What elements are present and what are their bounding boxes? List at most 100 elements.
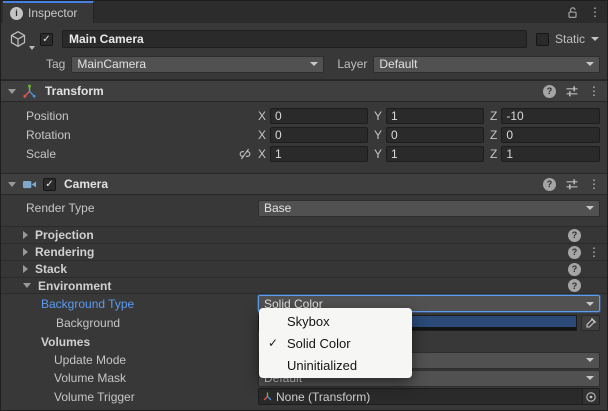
menu-item-solid-color[interactable]: ✓ Solid Color bbox=[259, 332, 412, 354]
update-mode-label: Update Mode bbox=[26, 353, 258, 367]
layer-value: Default bbox=[379, 57, 417, 71]
layer-label: Layer bbox=[337, 57, 367, 71]
menu-check-icon: ✓ bbox=[259, 336, 287, 350]
menu-item-uninitialized[interactable]: Uninitialized bbox=[259, 354, 412, 376]
object-picker-icon bbox=[585, 391, 597, 403]
position-y-field[interactable]: 1 bbox=[386, 108, 484, 124]
background-type-label: Background Type bbox=[26, 297, 258, 311]
foldout-closed-icon[interactable] bbox=[23, 231, 28, 239]
kebab-menu-icon[interactable] bbox=[588, 85, 598, 97]
foldout-environment[interactable]: Environment bbox=[1, 277, 607, 294]
camera-enabled-checkbox[interactable] bbox=[43, 178, 56, 191]
tag-label: Tag bbox=[46, 57, 65, 71]
dropdown-arrow-icon bbox=[310, 62, 318, 66]
kebab-menu-icon[interactable] bbox=[589, 6, 599, 18]
foldout-open-icon[interactable] bbox=[8, 182, 16, 187]
gameobject-options-arrow-icon[interactable] bbox=[29, 46, 35, 50]
axis-z-label: Z bbox=[490, 128, 497, 142]
tab-inspector[interactable]: Inspector bbox=[3, 1, 94, 23]
rotation-x-field[interactable]: 0 bbox=[270, 127, 368, 143]
constrain-proportions-icon[interactable] bbox=[238, 147, 252, 161]
position-x-field[interactable]: 0 bbox=[270, 108, 368, 124]
scale-y-field[interactable]: 1 bbox=[386, 146, 484, 162]
tab-title: Inspector bbox=[28, 6, 77, 20]
kebab-menu-icon[interactable] bbox=[588, 246, 598, 258]
dropdown-arrow-icon bbox=[586, 206, 594, 210]
axis-x-label: X bbox=[258, 128, 266, 142]
volume-trigger-row: Volume Trigger None (Transform) bbox=[1, 387, 607, 406]
axis-z-label: Z bbox=[490, 147, 497, 161]
scale-z-field[interactable]: 1 bbox=[501, 146, 600, 162]
layer-dropdown[interactable]: Default bbox=[373, 56, 600, 73]
rendering-label: Rendering bbox=[35, 245, 94, 259]
foldout-closed-icon[interactable] bbox=[23, 248, 28, 256]
transform-icon bbox=[262, 391, 273, 402]
static-dropdown-arrow-icon[interactable] bbox=[591, 37, 599, 41]
foldout-closed-icon[interactable] bbox=[23, 265, 28, 273]
tab-bar: Inspector bbox=[1, 1, 607, 23]
gameobject-active-checkbox[interactable] bbox=[40, 33, 53, 46]
environment-label: Environment bbox=[38, 279, 111, 293]
volume-trigger-label: Volume Trigger bbox=[26, 390, 258, 404]
camera-icon bbox=[22, 177, 37, 192]
tag-dropdown[interactable]: MainCamera bbox=[71, 56, 324, 73]
gameobject-header: Main Camera Static Tag MainCamera Layer … bbox=[1, 23, 607, 80]
render-type-row: Render Type Base bbox=[1, 195, 607, 221]
axis-x-label: X bbox=[258, 109, 266, 123]
eyedropper-icon bbox=[585, 317, 597, 329]
projection-label: Projection bbox=[35, 228, 94, 242]
inspector-window: Inspector Main Camera bbox=[0, 0, 608, 411]
render-type-value: Base bbox=[264, 201, 291, 215]
menu-item-label: Solid Color bbox=[287, 336, 351, 351]
object-picker-button[interactable] bbox=[582, 389, 599, 404]
dropdown-arrow-icon bbox=[586, 358, 594, 362]
scale-x-field[interactable]: 1 bbox=[270, 146, 368, 162]
volume-trigger-value: None (Transform) bbox=[276, 390, 370, 404]
gameobject-name-field[interactable]: Main Camera bbox=[62, 30, 527, 48]
scale-label: Scale bbox=[26, 147, 238, 161]
background-type-menu: Skybox ✓ Solid Color Uninitialized bbox=[259, 308, 412, 378]
position-z-field[interactable]: -10 bbox=[501, 108, 600, 124]
transform-body: Position X 0 Y 1 Z -10 Rotation X 0 Y 0 … bbox=[1, 102, 607, 167]
rotation-y-field[interactable]: 0 bbox=[386, 127, 484, 143]
camera-header[interactable]: Camera bbox=[1, 173, 607, 195]
help-icon[interactable] bbox=[543, 85, 556, 98]
foldout-open-icon[interactable] bbox=[23, 283, 31, 288]
volume-mask-label: Volume Mask bbox=[26, 371, 258, 385]
transform-icon bbox=[22, 84, 37, 99]
render-type-dropdown[interactable]: Base bbox=[258, 200, 600, 217]
render-type-label: Render Type bbox=[26, 201, 258, 215]
presets-icon[interactable] bbox=[565, 84, 579, 98]
eyedropper-button[interactable] bbox=[581, 315, 600, 331]
transform-title: Transform bbox=[45, 84, 104, 98]
transform-header[interactable]: Transform bbox=[1, 80, 607, 102]
help-icon[interactable] bbox=[568, 263, 581, 276]
presets-icon[interactable] bbox=[565, 177, 579, 191]
rotation-row: Rotation X 0 Y 0 Z 0 bbox=[26, 125, 600, 144]
scale-row: Scale X 1 Y 1 Z 1 bbox=[26, 144, 600, 163]
foldout-projection[interactable]: Projection bbox=[1, 226, 607, 243]
axis-y-label: Y bbox=[374, 109, 382, 123]
tag-value: MainCamera bbox=[77, 57, 146, 71]
gameobject-icon[interactable] bbox=[9, 29, 33, 49]
camera-title: Camera bbox=[64, 177, 108, 191]
volume-trigger-object-field[interactable]: None (Transform) bbox=[258, 388, 600, 405]
menu-item-skybox[interactable]: Skybox bbox=[259, 310, 412, 332]
help-icon[interactable] bbox=[568, 229, 581, 242]
static-checkbox[interactable] bbox=[536, 33, 549, 46]
axis-y-label: Y bbox=[374, 147, 382, 161]
help-icon[interactable] bbox=[543, 178, 556, 191]
lock-icon[interactable] bbox=[566, 6, 579, 19]
info-icon bbox=[10, 7, 23, 20]
kebab-menu-icon[interactable] bbox=[588, 178, 598, 190]
dropdown-arrow-icon bbox=[586, 302, 594, 306]
help-icon[interactable] bbox=[568, 279, 581, 292]
position-label: Position bbox=[26, 109, 238, 123]
foldout-open-icon[interactable] bbox=[8, 89, 16, 94]
foldout-rendering[interactable]: Rendering bbox=[1, 243, 607, 260]
position-row: Position X 0 Y 1 Z -10 bbox=[26, 106, 600, 125]
help-icon[interactable] bbox=[568, 246, 581, 259]
foldout-stack[interactable]: Stack bbox=[1, 260, 607, 277]
rotation-z-field[interactable]: 0 bbox=[501, 127, 600, 143]
menu-item-label: Skybox bbox=[287, 314, 330, 329]
